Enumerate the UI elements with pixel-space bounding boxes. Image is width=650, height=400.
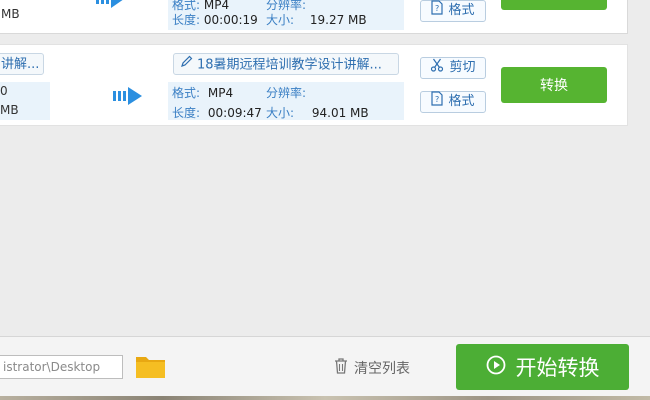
play-circle-icon — [486, 355, 506, 380]
trash-icon — [334, 358, 348, 378]
convert-button[interactable]: 转换 — [501, 67, 607, 103]
size-label: 大小: — [266, 13, 295, 27]
scissors-icon — [430, 58, 444, 79]
length-label: 长度: — [172, 106, 201, 120]
cut-button[interactable]: 剪切 — [420, 57, 486, 79]
output-info-top: 格式: MP4 分辨率: 长度: 00:00:19 大小: 19.27 MB — [168, 0, 404, 30]
output-name-chip[interactable]: 18暑期远程培训教学设计讲解... — [173, 53, 399, 75]
svg-text:?: ? — [435, 95, 439, 104]
desktop-background-strip — [0, 396, 650, 400]
size-value: 19.27 MB — [309, 13, 367, 27]
format-button[interactable]: ? 格式 — [420, 91, 486, 113]
size-value: 94.01 MB — [311, 106, 369, 120]
convert-arrow-icon — [113, 86, 145, 109]
convert-button-top[interactable] — [501, 0, 607, 10]
length-label: 长度: — [172, 13, 201, 27]
clear-list-button[interactable]: 清空列表 — [334, 357, 410, 379]
length-value: 00:09:47 — [207, 106, 262, 120]
output-info: 格式: MP4 分辨率: 长度: 00:09:47 大小: 94.01 MB — [168, 82, 404, 120]
resolution-label: 分辨率: — [266, 86, 307, 100]
output-path-input[interactable] — [0, 355, 123, 379]
format-icon: ? — [431, 91, 444, 113]
svg-text:?: ? — [435, 4, 439, 13]
length-value: 00:00:19 — [203, 13, 258, 27]
convert-arrow-icon — [96, 0, 128, 13]
folder-icon[interactable] — [135, 354, 166, 382]
source-name-chip: 讲解... — [0, 53, 44, 75]
format-value: MP4 — [207, 86, 234, 100]
edit-pencil-icon — [180, 54, 193, 74]
format-icon: ? — [431, 0, 444, 22]
source-info: 0 MB — [0, 82, 50, 120]
format-label: 格式: — [172, 86, 201, 100]
output-name: 18暑期远程培训教学设计讲解... — [197, 57, 382, 73]
size-label: 大小: — [266, 106, 295, 120]
start-convert-button[interactable]: 开始转换 — [456, 344, 629, 390]
format-button-top[interactable]: ? 格式 — [420, 0, 486, 22]
source-size-top: MB — [1, 7, 20, 21]
